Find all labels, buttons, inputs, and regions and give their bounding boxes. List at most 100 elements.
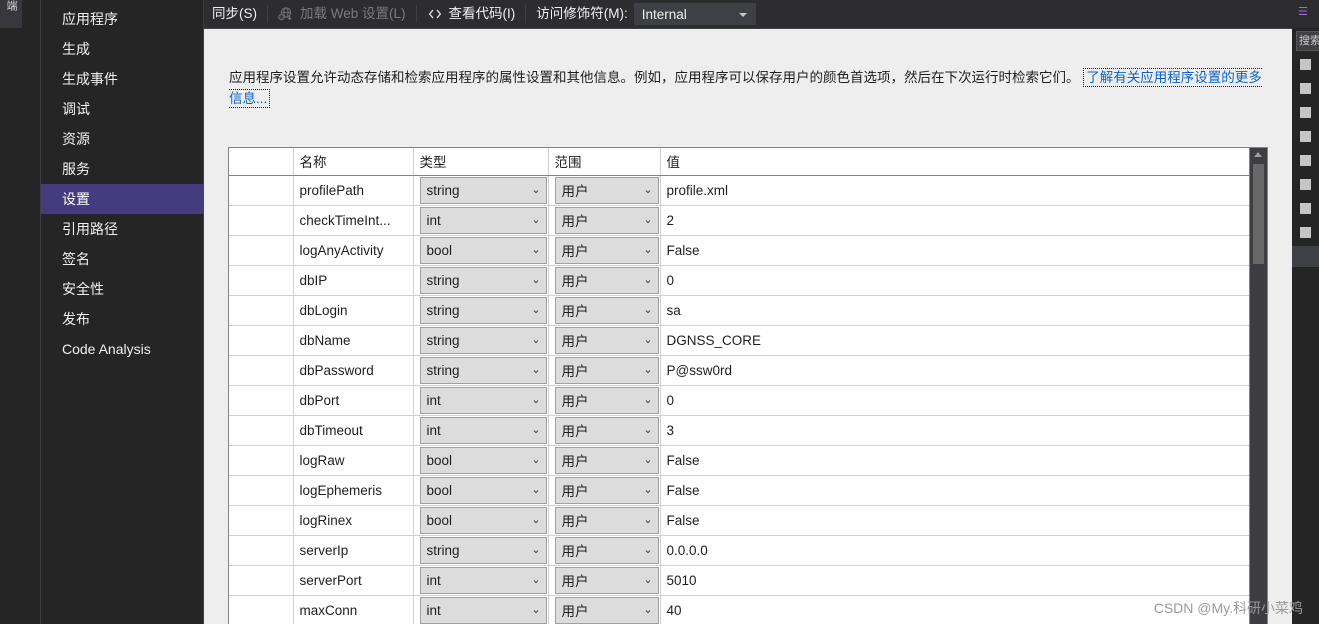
scope-combobox[interactable]: 用户 ⌄ [554,236,659,264]
table-row[interactable]: dbTimeout int ⌄ 用户 ⌄ 3 [229,415,1249,446]
sidebar-item-code-analysis[interactable]: Code Analysis [41,334,203,364]
cell-scope[interactable]: 用户 ⌄ [548,505,661,536]
cell-scope[interactable]: 用户 ⌄ [548,265,661,296]
chevron-down-icon[interactable]: ⌄ [527,328,546,353]
table-row[interactable]: dbName string ⌄ 用户 ⌄ DGNSS_CORE [229,325,1249,356]
chevron-down-icon[interactable]: ⌄ [527,358,546,383]
type-combobox[interactable]: string ⌄ [419,266,547,294]
cell-type[interactable]: bool ⌄ [413,505,549,536]
row-selector-cell[interactable] [229,175,294,206]
row-selector-cell[interactable] [229,265,294,296]
table-row[interactable]: maxConn int ⌄ 用户 ⌄ 40 [229,595,1249,624]
row-selector-cell[interactable] [229,475,294,506]
cell-type[interactable]: string ⌄ [413,535,549,566]
chevron-down-icon[interactable]: ⌄ [527,298,546,323]
cell-scope[interactable]: 用户 ⌄ [548,175,661,206]
sidebar-item-resources[interactable]: 资源 [41,124,203,154]
table-row[interactable]: logAnyActivity bool ⌄ 用户 ⌄ False [229,235,1249,266]
scope-combobox[interactable]: 用户 ⌄ [554,536,659,564]
chevron-down-icon[interactable]: ⌄ [527,268,546,293]
view-code-button[interactable]: 查看代码(I) [419,3,524,25]
type-combobox[interactable]: bool ⌄ [419,476,547,504]
list-item[interactable] [1300,222,1319,243]
row-selector-cell[interactable] [229,595,294,624]
type-combobox[interactable]: int ⌄ [419,206,547,234]
type-combobox[interactable]: int ⌄ [419,416,547,444]
cell-type[interactable]: int ⌄ [413,205,549,236]
cell-value[interactable]: sa [660,295,1249,326]
cell-name[interactable]: dbName [293,325,414,356]
cell-value[interactable]: 0.0.0.0 [660,535,1249,566]
cell-scope[interactable]: 用户 ⌄ [548,415,661,446]
chevron-down-icon[interactable]: ⌄ [639,208,658,233]
sidebar-item-debug[interactable]: 调试 [41,94,203,124]
chevron-down-icon[interactable]: ⌄ [639,358,658,383]
cell-value[interactable]: 0 [660,265,1249,296]
cell-scope[interactable]: 用户 ⌄ [548,535,661,566]
cell-value[interactable]: False [660,235,1249,266]
chevron-down-icon[interactable]: ⌄ [527,388,546,413]
chevron-down-icon[interactable]: ⌄ [639,418,658,443]
cell-scope[interactable]: 用户 ⌄ [548,205,661,236]
sync-button[interactable]: 同步(S) [204,3,265,25]
row-selector-cell[interactable] [229,535,294,566]
cell-value[interactable]: False [660,475,1249,506]
chevron-down-icon[interactable]: ⌄ [639,568,658,593]
cell-name[interactable]: checkTimeInt... [293,205,414,236]
chevron-down-icon[interactable]: ⌄ [527,598,546,623]
load-web-settings-button[interactable]: 加载 Web 设置(L) [270,3,414,25]
sidebar-item-build-events[interactable]: 生成事件 [41,64,203,94]
chevron-down-icon[interactable]: ⌄ [639,538,658,563]
cell-value[interactable]: False [660,445,1249,476]
type-combobox[interactable]: bool ⌄ [419,236,547,264]
scope-combobox[interactable]: 用户 ⌄ [554,566,659,594]
type-combobox[interactable]: int ⌄ [419,386,547,414]
chevron-down-icon[interactable]: ⌄ [527,568,546,593]
list-item[interactable] [1300,198,1319,219]
chevron-down-icon[interactable]: ⌄ [527,448,546,473]
cell-name[interactable]: profilePath [293,175,414,206]
type-combobox[interactable]: bool ⌄ [419,446,547,474]
cell-type[interactable]: bool ⌄ [413,445,549,476]
table-row[interactable]: profilePath string ⌄ 用户 ⌄ profile.xml [229,175,1249,206]
list-item[interactable] [1300,174,1319,195]
table-row[interactable]: serverIp string ⌄ 用户 ⌄ 0.0.0.0 [229,535,1249,566]
table-row[interactable]: serverPort int ⌄ 用户 ⌄ 5010 [229,565,1249,596]
list-item[interactable] [1300,102,1319,123]
sidebar-item-security[interactable]: 安全性 [41,274,203,304]
cell-type[interactable]: int ⌄ [413,385,549,416]
type-combobox[interactable]: string ⌄ [419,296,547,324]
chevron-down-icon[interactable]: ⌄ [639,598,658,623]
sidebar-item-build[interactable]: 生成 [41,34,203,64]
cell-name[interactable]: logRinex [293,505,414,536]
table-row[interactable]: logRaw bool ⌄ 用户 ⌄ False [229,445,1249,476]
scrollbar-thumb[interactable] [1253,164,1264,264]
type-combobox[interactable]: string ⌄ [419,536,547,564]
chevron-down-icon[interactable]: ⌄ [639,478,658,503]
scope-combobox[interactable]: 用户 ⌄ [554,386,659,414]
cell-value[interactable]: P@ssw0rd [660,355,1249,386]
right-panel-search-input[interactable]: 搜索 [1296,31,1319,51]
cell-name[interactable]: dbPassword [293,355,414,386]
cell-scope[interactable]: 用户 ⌄ [548,475,661,506]
chevron-down-icon[interactable]: ⌄ [527,208,546,233]
type-combobox[interactable]: string ⌄ [419,326,547,354]
cell-type[interactable]: string ⌄ [413,325,549,356]
row-selector-cell[interactable] [229,205,294,236]
chevron-down-icon[interactable]: ⌄ [527,478,546,503]
cell-value[interactable]: False [660,505,1249,536]
row-selector-cell[interactable] [229,325,294,356]
table-row[interactable]: dbPort int ⌄ 用户 ⌄ 0 [229,385,1249,416]
cell-scope[interactable]: 用户 ⌄ [548,235,661,266]
table-row[interactable]: logRinex bool ⌄ 用户 ⌄ False [229,505,1249,536]
chevron-down-icon[interactable]: ⌄ [639,388,658,413]
cell-value[interactable]: 2 [660,205,1249,236]
chevron-down-icon[interactable]: ⌄ [639,328,658,353]
cell-type[interactable]: string ⌄ [413,295,549,326]
type-combobox[interactable]: string ⌄ [419,176,547,204]
scope-combobox[interactable]: 用户 ⌄ [554,356,659,384]
sidebar-item-settings[interactable]: 设置 [41,184,217,214]
cell-name[interactable]: logEphemeris [293,475,414,506]
vertical-tab-server-explorer[interactable]: 端 [0,0,22,28]
table-row[interactable]: checkTimeInt... int ⌄ 用户 ⌄ 2 [229,205,1249,236]
